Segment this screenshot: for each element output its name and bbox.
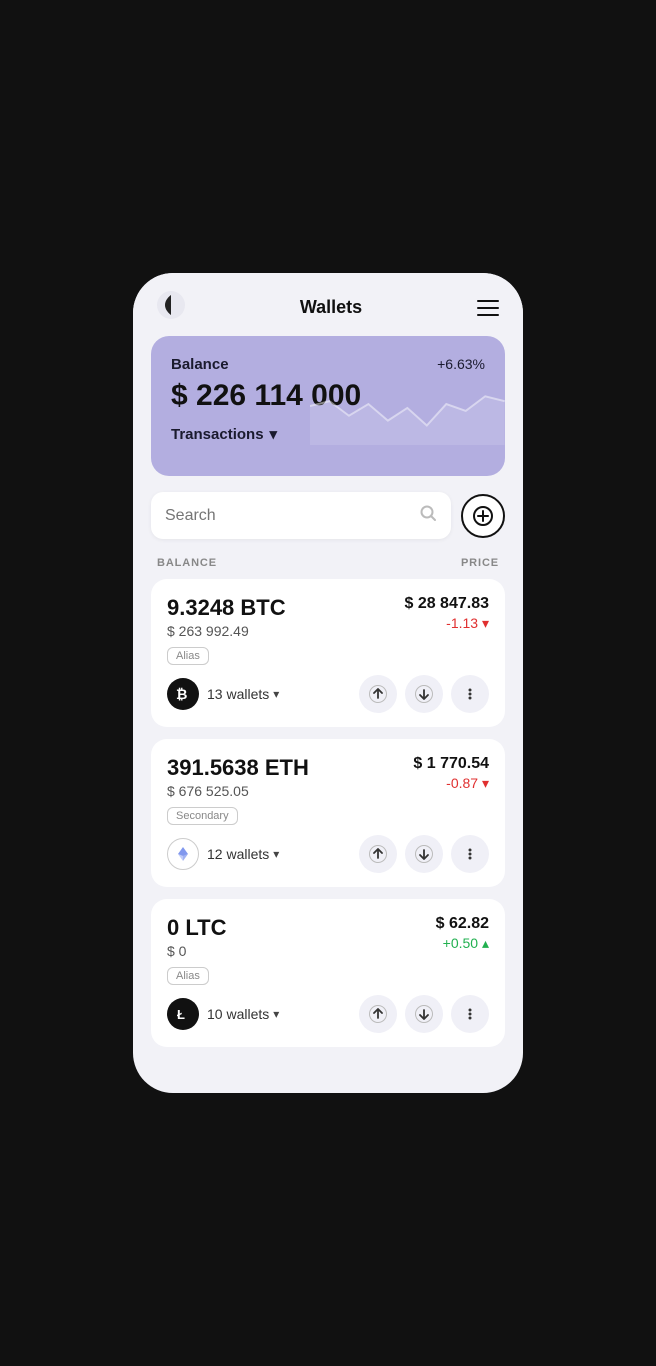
search-box — [151, 492, 451, 539]
btc-more-button[interactable] — [451, 675, 489, 713]
chevron-down-icon: ▾ — [270, 425, 278, 443]
ltc-receive-button[interactable] — [405, 995, 443, 1033]
eth-receive-button[interactable] — [405, 835, 443, 873]
phone-frame: Wallets Balance +6.63% $ 226 114 000 Tra… — [133, 273, 523, 1093]
ltc-change: +0.50 ▴ — [436, 935, 489, 952]
btc-usd-value: $ 263 992.49 — [167, 623, 286, 639]
eth-more-button[interactable] — [451, 835, 489, 873]
balance-chart — [310, 366, 505, 446]
eth-wallets-label[interactable]: 12 wallets ▾ — [207, 846, 279, 862]
list-header: BALANCE PRICE — [133, 551, 523, 579]
btc-balance: 9.3248 BTC — [167, 595, 286, 621]
coin-card-btc: 9.3248 BTC $ 263 992.49 $ 28 847.83 -1.1… — [151, 579, 505, 727]
eth-wallets-row: 12 wallets ▾ — [167, 838, 279, 870]
balance-label: Balance — [171, 356, 229, 373]
btc-send-button[interactable] — [359, 675, 397, 713]
eth-actions — [359, 835, 489, 873]
ltc-balance: 0 LTC — [167, 915, 226, 941]
chevron-down-icon: ▾ — [273, 687, 279, 701]
eth-balance: 391.5638 ETH — [167, 755, 309, 781]
coins-list: 9.3248 BTC $ 263 992.49 $ 28 847.83 -1.1… — [133, 579, 523, 1059]
search-icon — [419, 504, 437, 527]
ltc-wallets-row: Ł 10 wallets ▾ — [167, 998, 279, 1030]
ltc-icon: Ł — [167, 998, 199, 1030]
eth-icon — [167, 838, 199, 870]
add-wallet-button[interactable] — [461, 494, 505, 538]
chevron-down-icon: ▾ — [273, 1007, 279, 1021]
price-column-header: PRICE — [461, 557, 499, 569]
eth-change: -0.87 ▾ — [413, 775, 489, 792]
btc-icon: ₿ — [167, 678, 199, 710]
balance-column-header: BALANCE — [157, 557, 217, 569]
btc-wallets-label[interactable]: 13 wallets ▾ — [207, 686, 279, 702]
ltc-usd-value: $ 0 — [167, 943, 226, 959]
ltc-wallets-label[interactable]: 10 wallets ▾ — [207, 1006, 279, 1022]
eth-alias-tag: Secondary — [167, 807, 238, 825]
btc-price: $ 28 847.83 — [404, 595, 489, 613]
eth-price: $ 1 770.54 — [413, 755, 489, 773]
btc-wallets-row: ₿ 13 wallets ▾ — [167, 678, 279, 710]
ltc-send-button[interactable] — [359, 995, 397, 1033]
btc-alias-tag: Alias — [167, 647, 209, 665]
svg-text:₿: ₿ — [176, 686, 187, 702]
eth-usd-value: $ 676 525.05 — [167, 783, 309, 799]
btc-actions — [359, 675, 489, 713]
eth-send-button[interactable] — [359, 835, 397, 873]
ltc-actions — [359, 995, 489, 1033]
ltc-more-button[interactable] — [451, 995, 489, 1033]
ltc-price: $ 62.82 — [436, 915, 489, 933]
btc-receive-button[interactable] — [405, 675, 443, 713]
balance-card: Balance +6.63% $ 226 114 000 Transaction… — [151, 336, 505, 476]
coin-card-ltc: 0 LTC $ 0 $ 62.82 +0.50 ▴ Alias Ł — [151, 899, 505, 1047]
search-row — [151, 492, 505, 539]
page-title: Wallets — [300, 297, 362, 318]
chevron-down-icon: ▾ — [273, 847, 279, 861]
ltc-alias-tag: Alias — [167, 967, 209, 985]
transactions-button[interactable]: Transactions ▾ — [171, 425, 277, 443]
header: Wallets — [133, 273, 523, 336]
search-input[interactable] — [165, 507, 411, 525]
coin-card-eth: 391.5638 ETH $ 676 525.05 $ 1 770.54 -0.… — [151, 739, 505, 887]
app-logo — [157, 291, 185, 324]
btc-change: -1.13 ▾ — [404, 615, 489, 632]
svg-text:Ł: Ł — [177, 1007, 185, 1022]
menu-button[interactable] — [477, 300, 499, 316]
